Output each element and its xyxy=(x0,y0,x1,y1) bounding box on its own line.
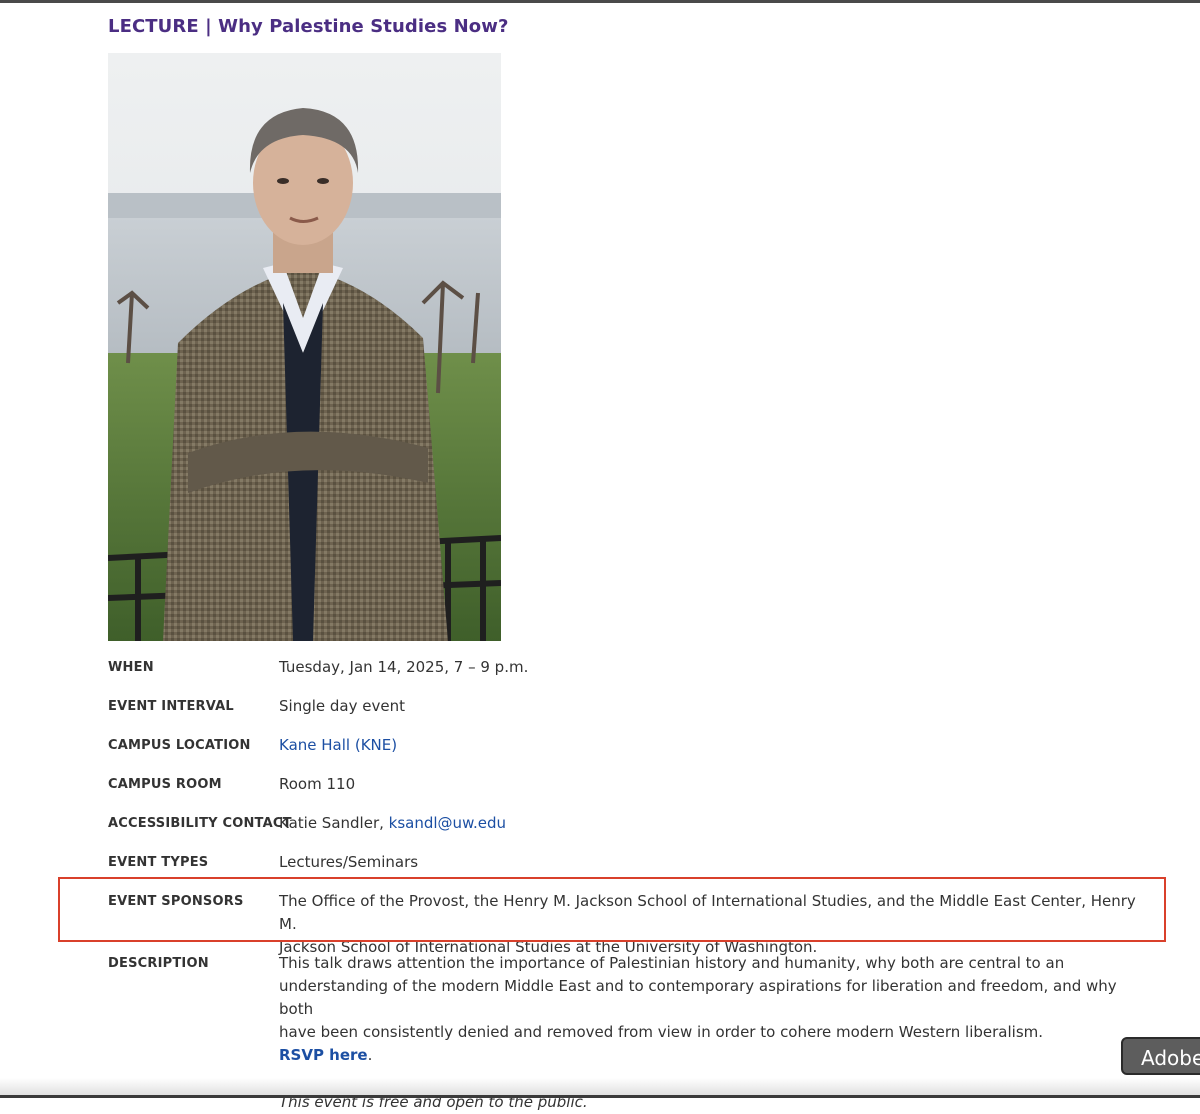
campus-room-label: CAMPUS ROOM xyxy=(108,777,222,792)
rsvp-suffix: . xyxy=(367,1046,373,1064)
description-line: understanding of the modern Middle East … xyxy=(279,977,1117,1018)
event-types-label: EVENT TYPES xyxy=(108,855,209,870)
accessibility-contact-email-link[interactable]: ksandl@uw.edu xyxy=(389,814,506,832)
description-line: This talk draws attention the importance… xyxy=(279,954,1065,972)
rsvp-line: RSVP here. xyxy=(279,1044,1149,1067)
campus-location-label: CAMPUS LOCATION xyxy=(108,738,251,753)
when-label: WHEN xyxy=(108,660,154,675)
accessibility-contact-value: Katie Sandler, ksandl@uw.edu xyxy=(279,812,1149,835)
event-interval-value: Single day event xyxy=(279,697,405,715)
campus-location-value: Kane Hall (KNE) xyxy=(279,734,1149,757)
description-line: have been consistently denied and remove… xyxy=(279,1023,1044,1041)
accessibility-contact-label: ACCESSIBILITY CONTACT xyxy=(108,816,292,831)
accessibility-contact-name: Katie Sandler, xyxy=(279,814,384,832)
sponsors-highlight-box xyxy=(58,877,1166,942)
description-label: DESCRIPTION xyxy=(108,956,209,971)
top-rule xyxy=(0,0,1200,3)
event-title: LECTURE | Why Palestine Studies Now? xyxy=(108,16,509,37)
adobe-button[interactable]: Adobe xyxy=(1121,1037,1200,1075)
event-interval-label: EVENT INTERVAL xyxy=(108,699,234,714)
rsvp-link[interactable]: RSVP here xyxy=(279,1046,368,1064)
when-value: Tuesday, Jan 14, 2025, 7 – 9 p.m. xyxy=(279,658,529,676)
campus-location-link[interactable]: Kane Hall (KNE) xyxy=(279,736,397,754)
campus-room-value: Room 110 xyxy=(279,775,356,793)
event-types-value: Lectures/Seminars xyxy=(279,853,419,871)
speaker-photo xyxy=(108,53,501,641)
